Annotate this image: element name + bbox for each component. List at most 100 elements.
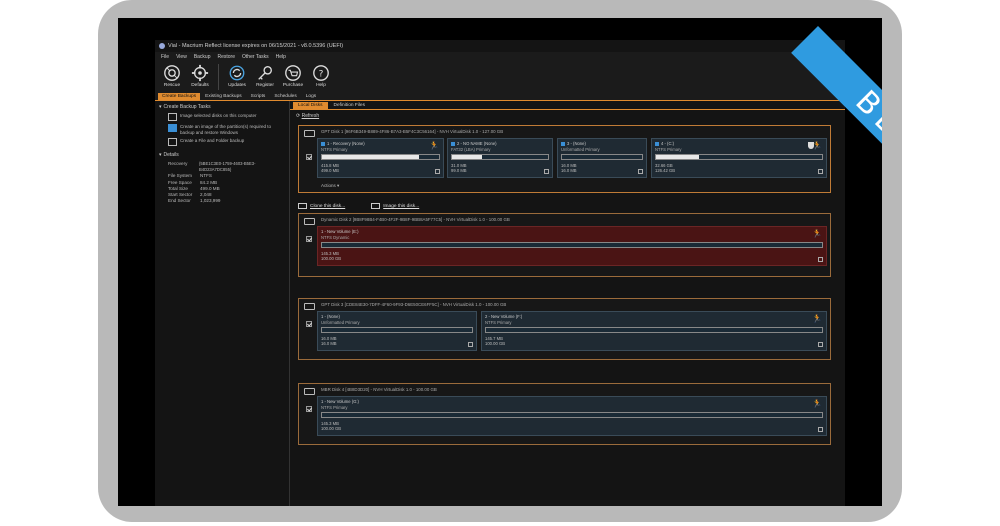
updates-button[interactable]: Updates (224, 64, 250, 88)
image-disk-link[interactable]: Image this disk... (371, 203, 419, 209)
partition-checkbox[interactable] (544, 169, 549, 174)
tab-schedules[interactable]: Schedules (270, 93, 300, 100)
running-icon: 🏃 (812, 399, 822, 408)
key-icon (258, 66, 272, 80)
svg-text:?: ? (319, 70, 324, 80)
disk-header: GPT Disk 1 [96F6B349-B889-4F86-B7A3-B5F4… (321, 129, 504, 134)
task-file-folder[interactable]: Create a File and Folder backup (159, 138, 285, 146)
usage-bar (321, 327, 473, 333)
screen: Vial - Macrium Reflect license expires o… (118, 18, 882, 506)
usage-bar (321, 412, 823, 418)
toolbar: Rescue Defaults Updates Register Purchas… (155, 62, 845, 92)
disk-header: Dynamic Disk 2 [9B8F98B4-F4B0-4F2F-9B8F-… (321, 217, 510, 222)
clone-disk-link[interactable]: Clone this disk... (298, 203, 345, 209)
drive-icon (304, 303, 315, 310)
menu-backup[interactable]: Backup (194, 54, 211, 60)
tab-scripts[interactable]: Scripts (247, 93, 270, 100)
disk-1[interactable]: GPT Disk 1 [96F6B349-B889-4F86-B7A3-B5F4… (298, 125, 831, 193)
partition-checkbox[interactable] (818, 257, 823, 262)
partition[interactable]: 4 - (C:) 🏃 NTFS Primary 32.66 GB 126.42 G… (651, 138, 827, 178)
usage-bar (655, 154, 823, 160)
usage-bar (485, 327, 823, 333)
menu-file[interactable]: File (161, 54, 169, 60)
menu-view[interactable]: View (176, 54, 187, 60)
partition[interactable]: 1 - (None) Unformatted Primary 16.0 MB 16… (317, 311, 477, 351)
disk-2[interactable]: Dynamic Disk 2 [9B8F98B4-F4B0-4F2F-9B8F-… (298, 213, 831, 277)
disk-header: MBR Disk 4 [4B8D3D20] - NVH VirtualDisk … (321, 387, 437, 392)
disk-checkbox[interactable] (306, 154, 312, 160)
partition-checkbox[interactable] (468, 342, 473, 347)
running-icon: 🏃 (429, 141, 439, 150)
running-icon: 🏃 (812, 229, 822, 238)
details-header-label: Details (163, 152, 179, 158)
disk-checkbox[interactable] (306, 236, 312, 242)
running-icon: 🏃 (812, 141, 822, 150)
task-label: Create a File and Folder backup (180, 138, 245, 143)
usage-bar (321, 154, 440, 160)
defaults-button[interactable]: Defaults (187, 64, 213, 88)
drive-icon (304, 130, 315, 137)
partition-checkbox[interactable] (818, 427, 823, 432)
task-label: Image selected disks on this computer (180, 113, 257, 118)
refresh-button[interactable]: ⟳ Refresh (296, 113, 319, 119)
tab-logs[interactable]: Logs (302, 93, 320, 100)
sub-tabs: Local Disks Definition Files (290, 101, 845, 110)
register-button[interactable]: Register (252, 64, 278, 88)
tab-existing-backups[interactable]: Existing Backups (201, 93, 246, 100)
drive-icon (304, 218, 315, 225)
toolbar-separator (218, 64, 219, 90)
clone-icon (298, 203, 307, 209)
menu-help[interactable]: Help (276, 54, 286, 60)
disk-3[interactable]: GPT Disk 3 [CDE84E30-7DFF-4F60-9F93-D6E5… (298, 298, 831, 360)
disk-checkbox[interactable] (306, 321, 312, 327)
updates-label: Updates (228, 83, 246, 88)
main-body: ▾ Create Backup Tasks Image selected dis… (155, 101, 845, 506)
help-icon: ? (313, 65, 329, 81)
chevron-down-icon: ▾ (337, 183, 340, 188)
menu-restore[interactable]: Restore (218, 54, 236, 60)
partition-checkbox[interactable] (638, 169, 643, 174)
purchase-label: Purchase (282, 83, 304, 88)
menu-bar: File View Backup Restore Other Tasks Hel… (155, 52, 845, 62)
file-icon (168, 138, 177, 146)
task-image-windows[interactable]: Create an image of the partition(s) requ… (159, 124, 285, 135)
task-image-disks[interactable]: Image selected disks on this computer (159, 113, 285, 121)
left-panel: ▾ Create Backup Tasks Image selected dis… (155, 101, 290, 506)
partition[interactable]: 1 - Recovery (None) 🏃 NTFS Primary 415.8… (317, 138, 444, 178)
menu-other-tasks[interactable]: Other Tasks (242, 54, 269, 60)
details-header[interactable]: ▾ Details (159, 152, 285, 158)
tab-local-disks[interactable]: Local Disks (293, 102, 328, 109)
disk-checkbox[interactable] (306, 406, 312, 412)
partition-checkbox[interactable] (435, 169, 440, 174)
running-icon: 🏃 (812, 314, 822, 323)
partition[interactable]: 1 - New Volume (E:) 🏃 NTFS Dynamic 145.3… (317, 226, 827, 266)
windows-icon (321, 141, 325, 146)
defaults-label: Defaults (191, 83, 209, 88)
partition[interactable]: 2 - NO NAME (None) FAT32 (LBA) Primary 3… (447, 138, 553, 178)
windows-icon (655, 141, 659, 146)
tab-definition-files[interactable]: Definition Files (329, 102, 370, 109)
cart-icon (285, 65, 301, 81)
help-button[interactable]: ? Help (308, 64, 334, 88)
partition[interactable]: 3 - (None) Unformatted Primary 16.0 MB 16… (557, 138, 647, 178)
partition-checkbox[interactable] (818, 342, 823, 347)
monitor-icon (168, 113, 177, 121)
usage-bar (561, 154, 643, 160)
usage-bar (451, 154, 549, 160)
tab-create-backups[interactable]: Create Backups (158, 93, 201, 100)
updates-icon (229, 65, 245, 81)
title-bar: Vial - Macrium Reflect license expires o… (155, 40, 845, 52)
tasks-header[interactable]: ▾ Create Backup Tasks (159, 104, 285, 110)
drive-icon (304, 388, 315, 395)
detail-row: End Sector 1,023,999 (168, 198, 221, 204)
detail-row: Recovery {5BE1C3E0-1759-4603-B5E3-B4D23A7… (168, 161, 256, 173)
partition-checkbox[interactable] (818, 169, 823, 174)
disk-4[interactable]: MBR Disk 4 [4B8D3D20] - NVH VirtualDisk … (298, 383, 831, 445)
purchase-button[interactable]: Purchase (280, 64, 306, 88)
usage-bar (321, 242, 823, 248)
actions-dropdown[interactable]: Actions ▾ (321, 183, 339, 189)
rescue-button[interactable]: Rescue (159, 64, 185, 88)
tasks-header-label: Create Backup Tasks (163, 104, 211, 110)
partition[interactable]: 1 - New Volume (G:) 🏃 NTFS Primary 145.3… (317, 396, 827, 436)
partition[interactable]: 2 - New Volume (F:) 🏃 NTFS Primary 145.7… (481, 311, 827, 351)
